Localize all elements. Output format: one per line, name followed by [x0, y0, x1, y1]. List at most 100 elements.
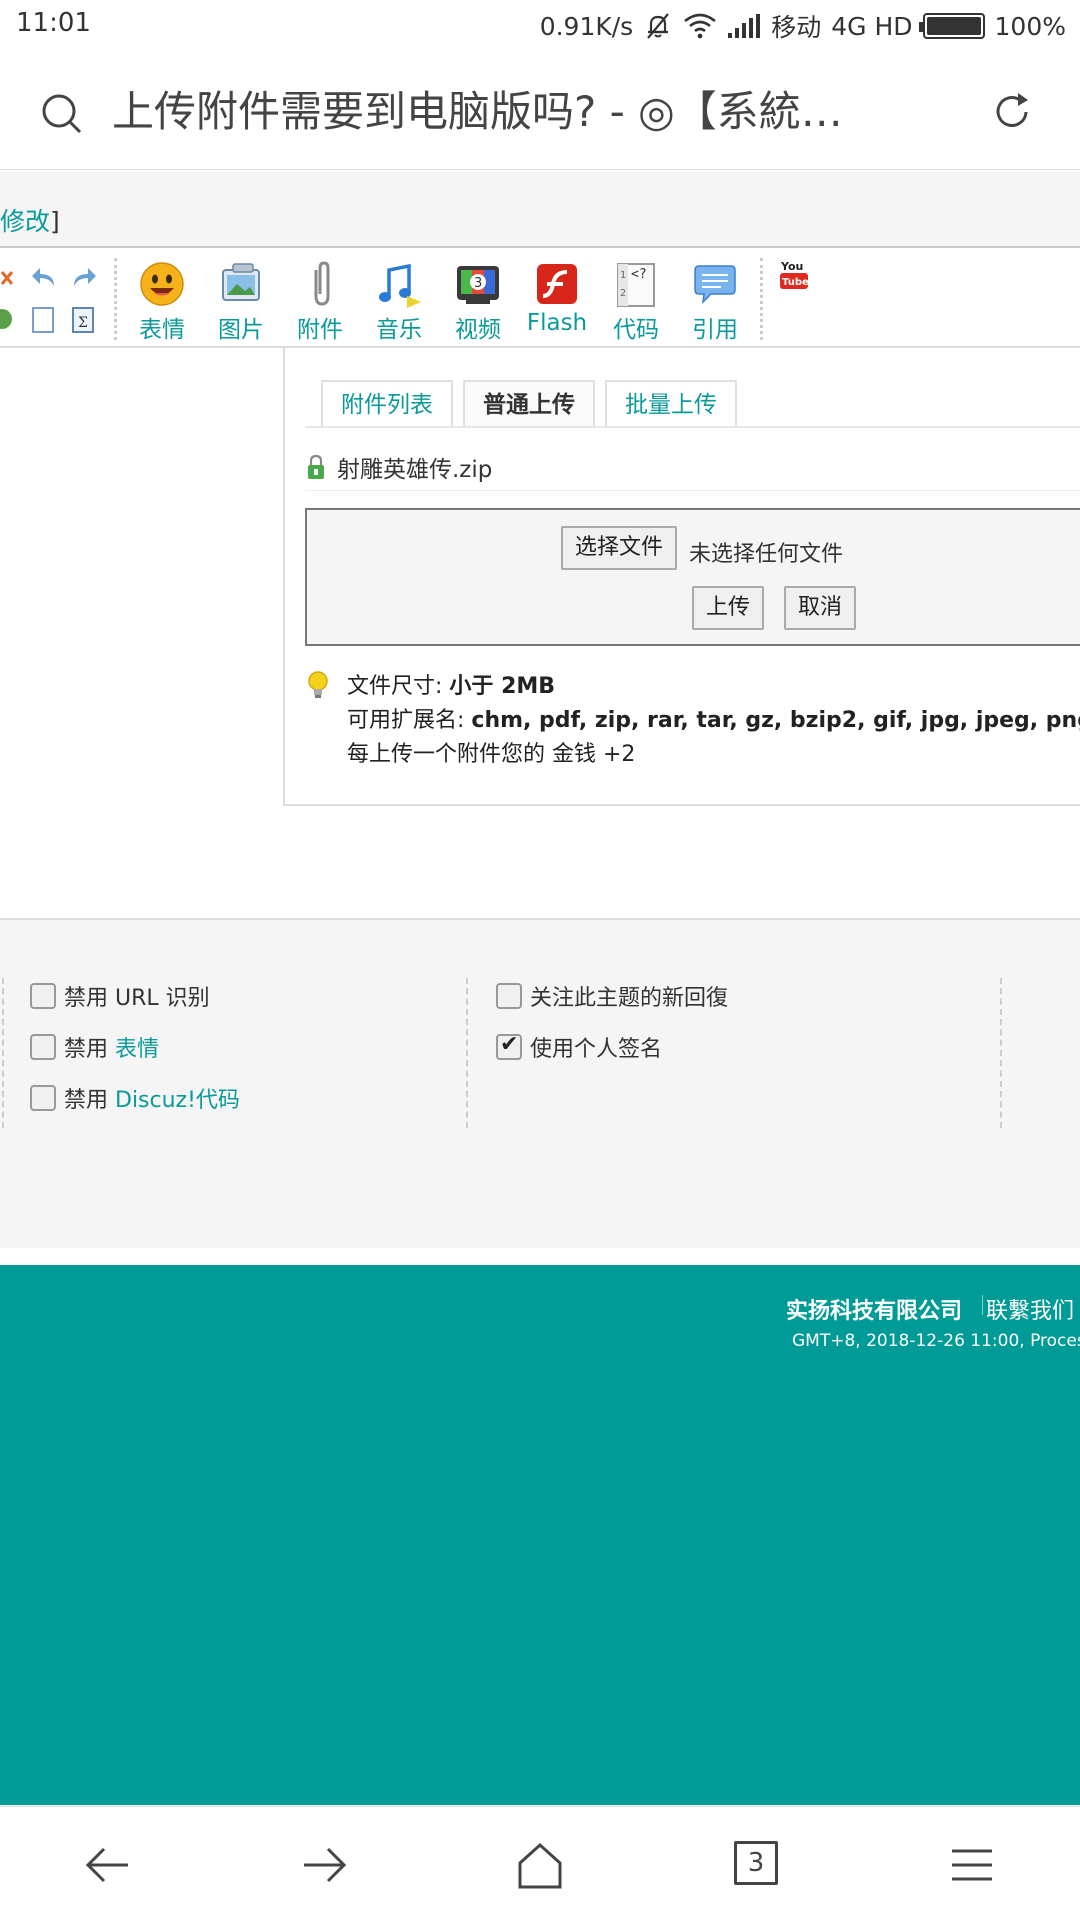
toolbar-video[interactable]: 3 视频 [442, 260, 514, 344]
net-speed: 0.91K/s [539, 11, 634, 41]
toolbar-label: 图片 [218, 317, 264, 343]
mute-bell-icon [647, 13, 670, 39]
svg-text:Σ: Σ [78, 315, 88, 331]
page-title[interactable]: 上传附件需要到电脑版吗? - ◎【系統… [112, 78, 932, 139]
option-disable-url[interactable]: 禁用 URL 识别 [30, 980, 210, 1012]
editor-body[interactable] [0, 808, 1080, 918]
toolbar-label: 附件 [297, 317, 343, 343]
forward-arrow-icon[interactable] [296, 1837, 352, 1893]
cancel-button[interactable]: 取消 [784, 586, 857, 630]
toolbar-label: 代码 [613, 317, 659, 343]
redo-icon[interactable] [70, 264, 98, 292]
reward-info: 每上传一个附件您的 金钱 +2 [347, 742, 636, 767]
status-time: 11:01 [16, 8, 91, 38]
reload-icon[interactable] [990, 90, 1034, 134]
file-divider [305, 490, 1080, 491]
menu-icon[interactable] [944, 1837, 1000, 1893]
checkbox-use-signature[interactable] [496, 1032, 522, 1060]
battery-percent: 100% [994, 11, 1066, 41]
svg-text:You: You [780, 260, 803, 273]
ext-info: 可用扩展名: chm, pdf, zip, rar, tar, gz, bzip… [347, 702, 1080, 734]
column-separator [2, 978, 4, 1128]
option-label: 禁用 表情 [64, 1031, 159, 1063]
undo-icon[interactable] [30, 264, 58, 292]
option-use-signature[interactable]: 使用个人签名 [496, 1031, 662, 1063]
smilies-link[interactable]: 表情 [115, 1037, 159, 1062]
network-type: 4G HD [831, 11, 913, 41]
option-disable-discuzcode[interactable]: 禁用 Discuz!代码 [30, 1082, 240, 1114]
toolbar-separator [114, 258, 117, 340]
toolbar-attachment[interactable]: 附件 [284, 260, 356, 344]
upload-button[interactable]: 上传 [692, 586, 765, 630]
column-separator [466, 978, 468, 1128]
option-subscribe-replies[interactable]: 关注此主题的新回復 [496, 980, 728, 1012]
size-value: 小于 2MB [449, 674, 556, 699]
toolbar-separator [760, 258, 763, 340]
checkbox-subscribe-replies[interactable] [496, 983, 522, 1009]
svg-text:1: 1 [620, 270, 626, 281]
file-name: 射雕英雄传.zip [337, 457, 493, 483]
discuzcode-link[interactable]: Discuz!代码 [115, 1088, 240, 1113]
checkbox-disable-smilies[interactable] [30, 1034, 56, 1060]
option-prefix: 禁用 [64, 1037, 115, 1062]
attachment-panel: 附件列表 普通上传 批量上传 射雕英雄传.zip 选择文件 未选择任何文件 上传… [283, 348, 1080, 806]
tab-attachment-list[interactable]: 附件列表 [321, 380, 453, 428]
carrier: 移动 [771, 13, 822, 42]
tab-batch-upload[interactable]: 批量上传 [605, 380, 737, 428]
company-link[interactable]: 实扬科技有限公司 [786, 1293, 962, 1325]
toolbar-music[interactable]: 音乐 [363, 260, 435, 344]
spellcheck-icon[interactable] [0, 306, 16, 332]
quote-icon [694, 265, 736, 305]
toolbar-label: 视频 [455, 317, 501, 343]
ext-value: chm, pdf, zip, rar, tar, gz, bzip2, gif,… [471, 708, 1080, 733]
modify-link[interactable]: 修改 [0, 207, 50, 236]
no-file-text: 未选择任何文件 [689, 542, 844, 567]
modify-bracket: ] [50, 207, 60, 236]
page-icon[interactable] [30, 306, 56, 334]
music-icon [379, 263, 421, 308]
youtube-icon[interactable]: You Tube [780, 258, 808, 292]
toolbar-image[interactable]: 图片 [205, 260, 277, 344]
toolbar-flash[interactable]: Flash [521, 260, 593, 336]
choose-file-button[interactable]: 选择文件 [561, 526, 678, 570]
editor-toolbar: Σ 表情 图片 附件 音乐 3 视频 Flash 1 2 <? 代码 引用 Yo… [0, 250, 1080, 348]
battery-icon [918, 13, 985, 39]
smiley-icon [140, 262, 184, 306]
option-disable-smilies[interactable]: 禁用 表情 [30, 1031, 159, 1063]
lightbulb-icon [308, 671, 328, 698]
toolbar-smiley[interactable]: 表情 [126, 260, 198, 344]
address-bar: 上传附件需要到电脑版吗? - ◎【系統… [0, 52, 1080, 170]
tab-count: 3 [734, 1841, 778, 1885]
footer-timestamp: GMT+8, 2018-12-26 11:00, Processed [792, 1331, 1080, 1351]
toolbar-label: 音乐 [376, 317, 422, 343]
ext-label: 可用扩展名: [347, 708, 472, 733]
file-lock-icon [308, 454, 324, 479]
tab-divider [305, 426, 1080, 428]
contact-link[interactable]: 联繫我们 [986, 1293, 1074, 1325]
paperclip-icon [314, 261, 330, 306]
toolbar-code[interactable]: 1 2 <? 代码 [600, 260, 672, 344]
svg-text:Tube: Tube [782, 277, 808, 288]
wifi-icon [684, 13, 717, 39]
toolbar-label: 引用 [692, 317, 738, 343]
checkbox-disable-url[interactable] [30, 983, 56, 1009]
footer-divider [982, 1295, 983, 1315]
toolbar-quote[interactable]: 引用 [679, 260, 751, 344]
column-separator [1000, 978, 1002, 1128]
remove-format-icon[interactable] [0, 266, 16, 290]
option-label: 关注此主题的新回復 [530, 986, 729, 1011]
option-label: 禁用 URL 识别 [64, 986, 210, 1011]
tabs-button[interactable]: 3 [728, 1837, 784, 1893]
size-info: 文件尺寸: 小于 2MB [347, 668, 555, 700]
checkbox-disable-discuzcode[interactable] [30, 1085, 56, 1111]
search-icon[interactable] [40, 92, 84, 136]
back-arrow-icon[interactable] [80, 1837, 136, 1893]
status-bar: 11:01 0.91K/s 移动 4G HD 100% [0, 0, 1080, 52]
code-icon: 1 2 <? [617, 263, 655, 307]
formula-icon[interactable]: Σ [70, 306, 96, 334]
tab-normal-upload[interactable]: 普通上传 [463, 380, 595, 428]
toolbar-label: 表情 [139, 317, 185, 343]
option-label: 禁用 Discuz!代码 [64, 1082, 240, 1114]
upload-form: 选择文件 未选择任何文件 上传 取消 [305, 508, 1080, 646]
home-icon[interactable] [512, 1837, 568, 1893]
